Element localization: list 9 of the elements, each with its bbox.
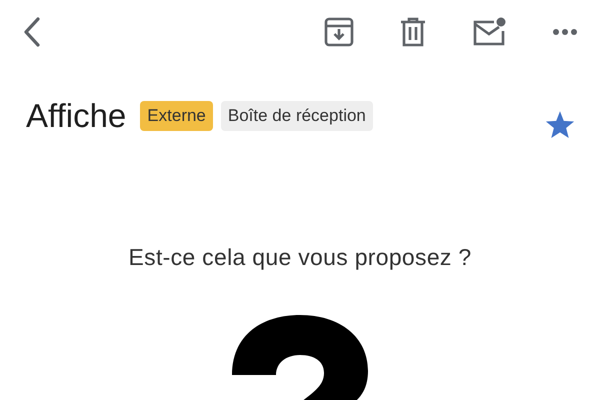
label-tag[interactable]: Boîte de réception	[220, 101, 373, 131]
more-icon[interactable]	[552, 28, 578, 36]
email-subject: Affiche	[26, 97, 126, 135]
email-body-text: Est-ce cela que vous proposez ?	[128, 244, 472, 271]
star-icon[interactable]	[544, 110, 576, 140]
mail-unread-icon[interactable]	[472, 17, 506, 47]
delete-icon[interactable]	[400, 17, 426, 47]
label-tag[interactable]: Externe	[140, 101, 213, 131]
archive-icon[interactable]	[324, 17, 354, 47]
